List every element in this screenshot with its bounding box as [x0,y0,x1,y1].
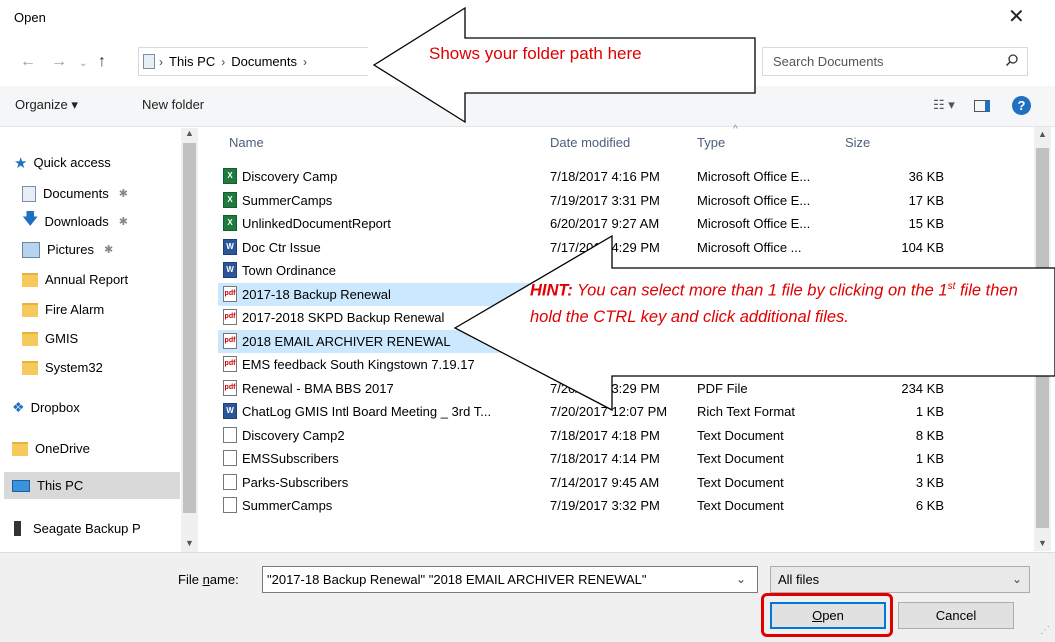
path-annotation-arrow [372,6,756,124]
path-annotation-text: Shows your folder path here [429,44,642,63]
hint-annotation-text: HINT: You can select more than 1 file by… [530,274,1050,330]
hint-label: HINT: [530,281,573,300]
hint-text-a: You can select more than 1 file by click… [572,281,948,300]
